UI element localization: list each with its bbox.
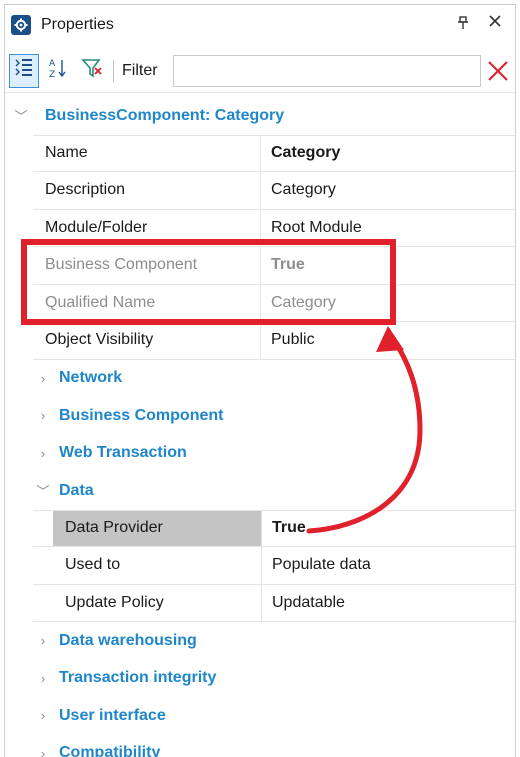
property-name: Object Visibility bbox=[33, 322, 261, 359]
sort-alphabetical-button[interactable]: A Z bbox=[43, 54, 73, 88]
window-title: Properties bbox=[41, 16, 114, 33]
root-properties: Name Category Description Category Modul… bbox=[5, 134, 515, 757]
property-value[interactable]: Category bbox=[261, 172, 515, 209]
chevron-right-icon[interactable]: › bbox=[33, 446, 53, 461]
category-data-warehousing[interactable]: › Data warehousing bbox=[33, 622, 515, 660]
property-row-used-to[interactable]: Used to Populate data bbox=[33, 547, 515, 585]
category-label: Data warehousing bbox=[59, 631, 197, 649]
category-compatibility[interactable]: › Compatibility bbox=[33, 735, 515, 757]
category-label: Data bbox=[59, 481, 94, 499]
close-icon[interactable] bbox=[487, 12, 503, 35]
property-name: Data Provider bbox=[53, 510, 262, 546]
property-row-name[interactable]: Name Category bbox=[33, 134, 515, 172]
property-row-business-component: Business Component True bbox=[33, 247, 515, 285]
category-label: Web Transaction bbox=[59, 444, 187, 462]
property-value[interactable]: Updatable bbox=[262, 585, 515, 622]
property-value[interactable]: Populate data bbox=[262, 547, 515, 584]
property-value: Category bbox=[271, 293, 336, 311]
title-bar: Properties bbox=[5, 5, 515, 45]
category-root[interactable]: ﹀ BusinessComponent: Category bbox=[5, 97, 515, 135]
chevron-right-icon[interactable]: › bbox=[33, 671, 53, 686]
property-value[interactable]: Category bbox=[261, 136, 515, 172]
property-row-module-folder[interactable]: Module/Folder Root Module bbox=[33, 209, 515, 247]
chevron-down-icon[interactable]: ﹀ bbox=[11, 106, 31, 125]
category-label: Transaction integrity bbox=[59, 669, 217, 687]
property-name: Used to bbox=[53, 547, 262, 584]
chevron-down-icon[interactable]: ﹀ bbox=[33, 481, 53, 500]
property-value[interactable]: Public bbox=[261, 322, 515, 359]
filter-icon bbox=[81, 57, 103, 84]
properties-toolbar: A Z Filter bbox=[5, 49, 515, 93]
filter-input[interactable] bbox=[173, 55, 481, 87]
category-label: Compatibility bbox=[59, 744, 161, 757]
categorized-icon bbox=[14, 57, 34, 84]
property-value: True bbox=[271, 256, 305, 274]
category-data[interactable]: ﹀ Data bbox=[33, 472, 515, 510]
category-label: Business Component bbox=[59, 406, 224, 424]
property-name: Business Component bbox=[33, 247, 261, 284]
category-network[interactable]: › Network bbox=[33, 360, 515, 398]
category-web-transaction[interactable]: › Web Transaction bbox=[33, 435, 515, 473]
category-label: User interface bbox=[59, 706, 166, 724]
categorized-view-button[interactable] bbox=[9, 53, 39, 88]
property-name: Description bbox=[33, 172, 261, 209]
property-name: Name bbox=[33, 135, 261, 171]
chevron-right-icon[interactable]: › bbox=[33, 708, 53, 723]
chevron-right-icon[interactable]: › bbox=[33, 408, 53, 423]
category-business-component[interactable]: › Business Component bbox=[33, 397, 515, 435]
property-name: Module/Folder bbox=[33, 209, 261, 246]
chevron-right-icon[interactable]: › bbox=[33, 371, 53, 386]
chevron-right-icon[interactable]: › bbox=[33, 633, 53, 648]
chevron-right-icon[interactable]: › bbox=[33, 746, 53, 757]
property-grid: ﹀ BusinessComponent: Category Name Categ… bbox=[5, 97, 515, 757]
property-name: Qualified Name bbox=[33, 284, 261, 321]
toolbar-separator bbox=[113, 59, 114, 82]
sort-az-icon: A Z bbox=[48, 57, 68, 84]
pin-icon[interactable] bbox=[457, 16, 469, 34]
svg-text:A: A bbox=[49, 59, 56, 69]
property-row-object-visibility[interactable]: Object Visibility Public bbox=[33, 322, 515, 360]
svg-text:Z: Z bbox=[49, 70, 55, 79]
filter-label: Filter bbox=[122, 61, 158, 79]
category-label: Network bbox=[59, 369, 123, 387]
clear-x-icon[interactable] bbox=[485, 58, 511, 89]
category-label: BusinessComponent: Category bbox=[45, 106, 285, 124]
property-value[interactable]: Root Module bbox=[261, 210, 515, 247]
gear-icon bbox=[11, 15, 31, 35]
category-transaction-integrity[interactable]: › Transaction integrity bbox=[33, 660, 515, 698]
filter-button[interactable] bbox=[77, 54, 107, 88]
property-row-description[interactable]: Description Category bbox=[33, 172, 515, 210]
category-user-interface[interactable]: › User interface bbox=[33, 697, 515, 735]
properties-window: Properties A Z Filter ﹀ BusinessComponen… bbox=[4, 4, 516, 757]
property-row-update-policy[interactable]: Update Policy Updatable bbox=[33, 584, 515, 622]
property-row-data-provider[interactable]: Data Provider True bbox=[33, 509, 515, 547]
property-name: Update Policy bbox=[53, 584, 262, 621]
property-row-qualified-name: Qualified Name Category bbox=[33, 284, 515, 322]
property-value[interactable]: True bbox=[262, 511, 515, 547]
